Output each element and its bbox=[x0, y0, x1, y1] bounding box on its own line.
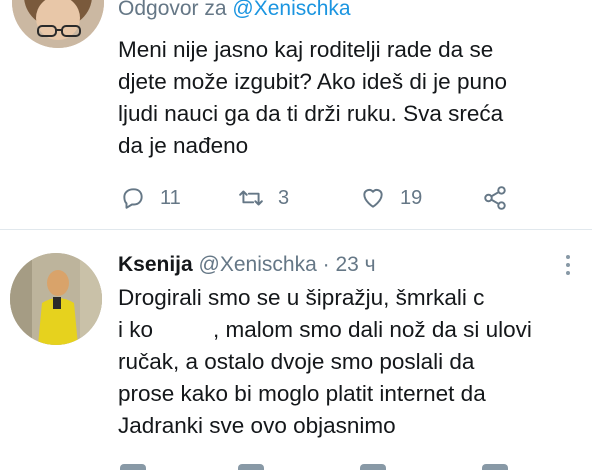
retweet-icon[interactable] bbox=[238, 464, 264, 470]
tweet-text: Drogirali smo se u šipražju, šmrkali c i… bbox=[118, 282, 578, 442]
reply-prefix: Odgovor za bbox=[118, 0, 227, 20]
like-count: 19 bbox=[400, 186, 423, 209]
timestamp[interactable]: 23 ч bbox=[335, 253, 375, 276]
reply-handle-link[interactable]: @Xenischka bbox=[232, 0, 350, 20]
meta-separator: · bbox=[322, 253, 330, 276]
avatar-photo bbox=[12, 0, 104, 48]
like-button[interactable]: 19 bbox=[360, 180, 422, 216]
display-name[interactable]: Ksenija bbox=[118, 253, 193, 276]
reply-button[interactable]: 11 bbox=[120, 180, 181, 216]
more-vertical-icon[interactable] bbox=[560, 252, 576, 278]
tweet-actions: 11 3 19 bbox=[118, 180, 538, 216]
avatar[interactable] bbox=[10, 253, 102, 345]
tweet-actions-partial bbox=[118, 460, 538, 470]
reply-count: 11 bbox=[160, 186, 181, 209]
tweet-header: Ksenija @Xenischka · 23 ч bbox=[118, 253, 376, 277]
avatar-photo bbox=[10, 253, 102, 345]
retweet-icon bbox=[239, 190, 263, 206]
user-handle[interactable]: @Xenischka bbox=[199, 253, 317, 276]
redaction bbox=[153, 321, 214, 342]
reply-icon[interactable] bbox=[120, 464, 146, 470]
share-icon[interactable] bbox=[482, 464, 508, 470]
share-button[interactable] bbox=[482, 180, 508, 216]
share-icon bbox=[484, 186, 506, 210]
tweet-text: Meni nije jasno kaj roditelji rade da se… bbox=[118, 37, 508, 158]
tweet-reply[interactable]: Odgovor za @Xenischka Meni nije jasno ka… bbox=[0, 0, 592, 229]
heart-icon bbox=[363, 188, 383, 208]
reply-context: Odgovor za @Xenischka bbox=[118, 0, 351, 21]
avatar[interactable] bbox=[12, 0, 104, 48]
retweet-count: 3 bbox=[278, 186, 290, 209]
retweet-button[interactable]: 3 bbox=[238, 180, 289, 216]
reply-icon bbox=[123, 188, 143, 209]
heart-icon[interactable] bbox=[360, 464, 386, 470]
